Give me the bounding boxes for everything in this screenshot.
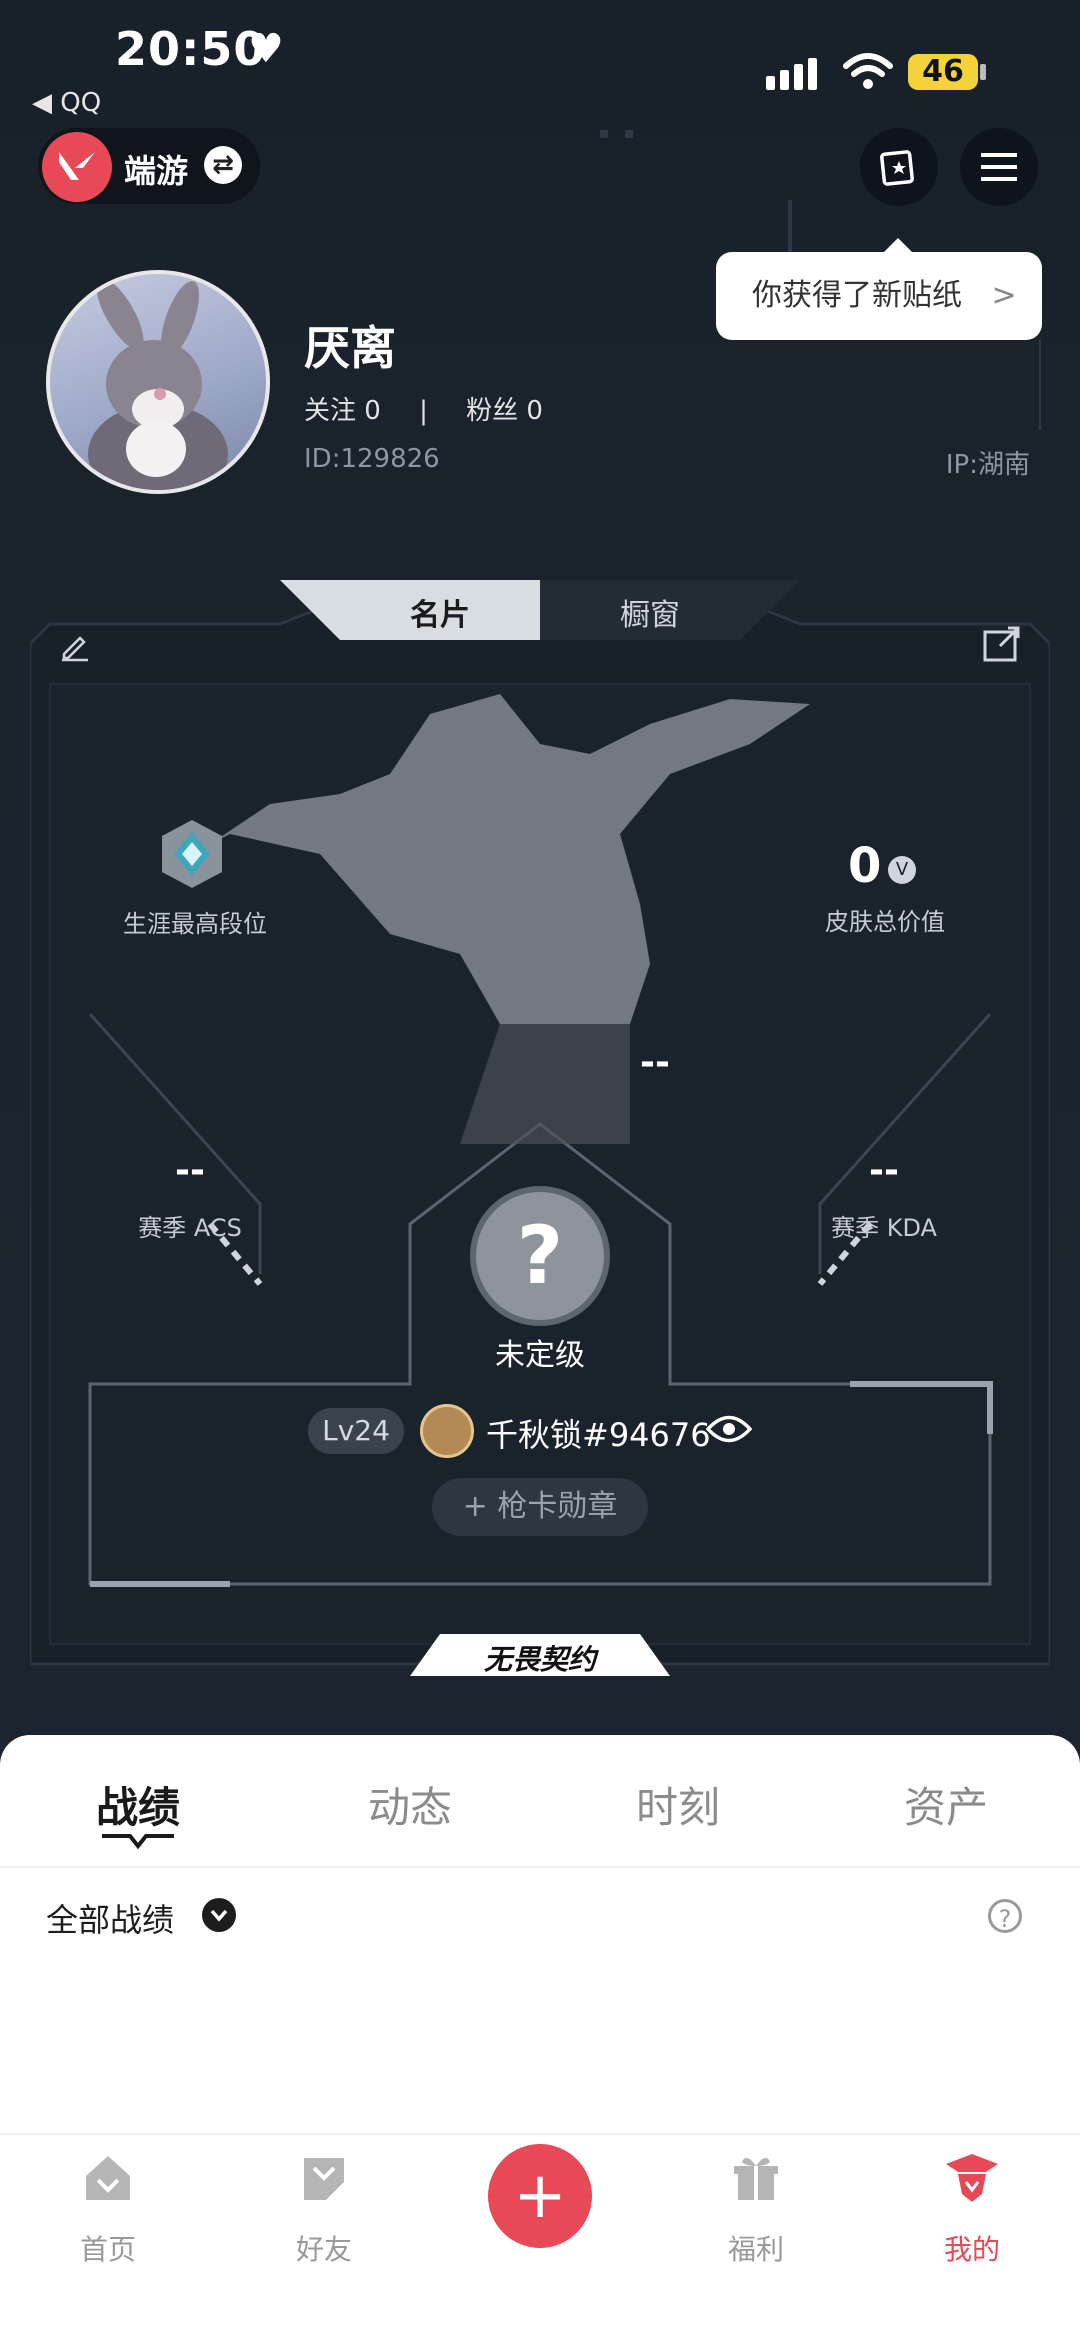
player-tag: 千秋锁#94676 [486,1416,711,1454]
tab-card[interactable]: 名片 [350,590,530,634]
menu-icon [981,153,1017,181]
share-icon[interactable] [982,624,1022,668]
edit-icon[interactable] [58,628,92,666]
rank-label: 未定级 [495,1338,585,1373]
profile-icon [946,2154,998,2202]
nav-benefits[interactable]: 福利 [686,2150,826,2266]
create-post-button[interactable]: + [488,2144,592,2248]
eye-icon[interactable] [705,1412,753,1450]
help-icon[interactable]: ? [988,1899,1022,1933]
nav-profile[interactable]: 我的 [902,2150,1042,2266]
switch-icon[interactable]: ⇄ [204,146,242,184]
nav-friends-label: 好友 [295,2233,352,2266]
avatar[interactable] [46,270,270,494]
skin-value: 0 [848,838,882,894]
add-badge-label: 枪卡勋章 [497,1489,618,1524]
battery-indicator: 46 [908,54,978,90]
records-filter-label[interactable]: 全部战绩 [46,1895,174,1941]
nav-benefits-label: 福利 [727,2233,784,2266]
plus-icon: + [513,2159,567,2233]
nickname: 厌离 [304,321,396,375]
tab-feed[interactable]: 动态 [320,1774,500,1835]
tab-showcase[interactable]: 橱窗 [560,590,740,634]
center-stat-value: -- [640,1042,670,1083]
stats-divider: | [419,396,428,426]
user-id: ID:129826 [304,444,440,474]
vp-currency-icon: V [888,856,916,884]
new-sticker-tooltip[interactable]: 你获得了新贴纸 > [716,238,1042,340]
kda-label: 赛季 KDA [831,1214,937,1242]
nav-friends[interactable]: 好友 [254,2150,394,2266]
tooltip-text: 你获得了新贴纸 [752,278,962,313]
kda-value: -- [869,1150,899,1191]
ip-location: IP:湖南 [945,450,1030,480]
acs-label: 赛季 ACS [138,1214,242,1242]
rabbit-avatar-icon [88,278,228,490]
followers-count[interactable]: 粉丝 0 [466,396,543,426]
gift-icon [734,2157,778,2200]
chevron-down-icon[interactable] [202,1898,236,1932]
acs-value: -- [175,1150,205,1191]
heart-icon: ♥ [248,26,284,72]
nav-home[interactable]: 首页 [38,2150,178,2266]
valorant-logo-icon [42,132,112,202]
tab-assets[interactable]: 资产 [856,1774,1036,1835]
menu-button[interactable] [960,128,1038,206]
battery-tip [980,64,986,80]
status-time: 20:50 [115,22,267,76]
follow-stats: 关注 0 | 粉丝 0 [304,390,543,427]
tab-divider [0,1866,1080,1868]
add-badge-button[interactable]: + 枪卡勋章 [432,1478,648,1536]
chevron-right-icon: > [991,278,1017,313]
career-rank-label: 生涯最高段位 [123,910,267,938]
friends-icon [304,2158,344,2200]
unranked-icon: ? [470,1186,610,1326]
game-name: 端游 [124,152,189,190]
back-to-qq[interactable]: ◀ QQ [32,88,101,118]
tab-records[interactable]: 战绩 [48,1774,228,1835]
skin-value-label: 皮肤总价值 [825,908,945,936]
tab-moments[interactable]: 时刻 [588,1774,768,1835]
plus-icon: + [462,1489,498,1524]
wifi-icon [843,53,893,89]
active-tab-indicator [102,1834,174,1850]
back-app-label: QQ [60,88,102,118]
rank-emblem-icon [154,816,230,896]
following-count[interactable]: 关注 0 [304,396,381,426]
brand-logo: 无畏契约 [483,1643,596,1676]
signal-icon [766,58,817,90]
nav-profile-label: 我的 [943,2233,1000,2266]
home-icon [86,2156,130,2200]
level-badge: Lv24 [308,1408,404,1454]
player-card-avatar [420,1404,474,1458]
back-arrow-icon: ◀ [32,88,61,118]
sticker-button[interactable] [860,128,938,206]
sticker-icon [880,150,914,186]
nav-home-label: 首页 [79,2233,136,2266]
